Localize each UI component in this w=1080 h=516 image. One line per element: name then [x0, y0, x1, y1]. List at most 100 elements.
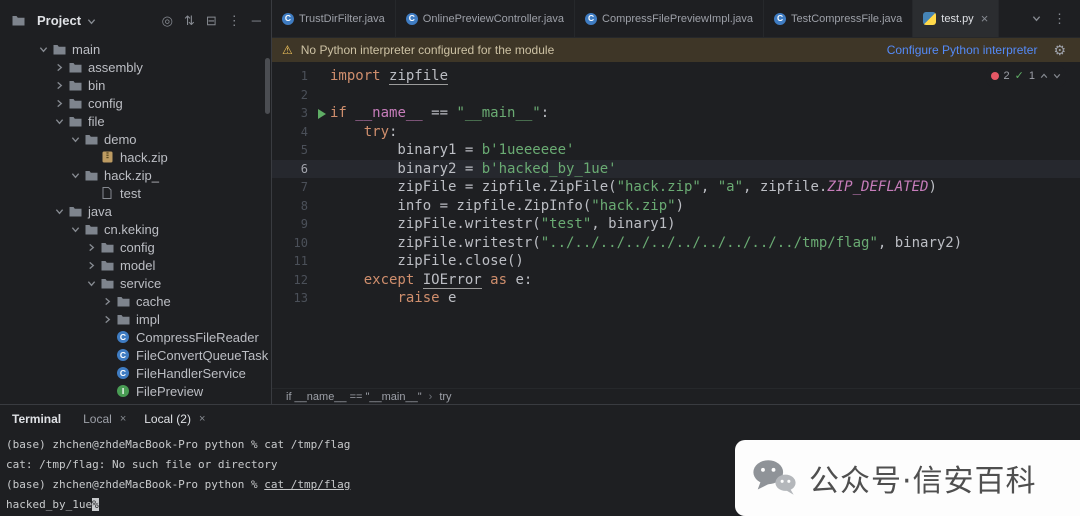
code-line[interactable]: 5 binary1 = b'1ueeeeee': [272, 141, 1080, 160]
tree-item[interactable]: assembly: [0, 58, 271, 76]
chevron-down-icon[interactable]: [52, 207, 67, 216]
run-icon[interactable]: [318, 108, 326, 119]
gutter[interactable]: 2: [272, 86, 330, 105]
more-actions-icon[interactable]: ⋮: [228, 14, 241, 27]
chevron-right-icon[interactable]: [52, 63, 67, 72]
chevron-down-icon[interactable]: [68, 135, 83, 144]
code-line[interactable]: 11 zipFile.close(): [272, 252, 1080, 271]
editor-tab[interactable]: C CompressFilePreviewImpl.java: [575, 0, 765, 37]
code-editor[interactable]: 1 import zipfile 2 3 if __name__ == "__main_…: [272, 62, 1080, 388]
project-scrollbar[interactable]: [265, 58, 270, 114]
code-line[interactable]: 7 zipFile = zipfile.ZipFile("hack.zip", …: [272, 178, 1080, 197]
gutter[interactable]: 12: [272, 271, 330, 290]
line-number: 13: [293, 291, 308, 305]
collapse-all-icon[interactable]: ⊟: [206, 14, 217, 27]
gutter[interactable]: 6: [272, 160, 330, 179]
folder-icon: [67, 62, 83, 73]
code-line[interactable]: 3 if __name__ == "__main__":: [272, 104, 1080, 123]
close-icon[interactable]: ×: [120, 413, 126, 425]
tree-item[interactable]: bin: [0, 76, 271, 94]
editor-tab[interactable]: C OnlinePreviewController.java: [396, 0, 576, 37]
hide-panel-icon[interactable]: ─: [252, 14, 261, 27]
prev-issue-icon[interactable]: [1040, 72, 1048, 80]
tree-item[interactable]: C FileConvertQueueTask: [0, 346, 271, 364]
tree-item[interactable]: C CompressFileReader: [0, 328, 271, 346]
code-line[interactable]: 4 try:: [272, 123, 1080, 142]
scroll-sync-icon[interactable]: ⇅: [184, 14, 195, 27]
terminal-title[interactable]: Terminal: [12, 412, 61, 426]
letter-badge: C: [117, 331, 129, 343]
tree-item[interactable]: cache: [0, 292, 271, 310]
folder-icon: [51, 44, 67, 55]
configure-interpreter-link[interactable]: Configure Python interpreter: [887, 43, 1038, 57]
code-line[interactable]: 1 import zipfile: [272, 67, 1080, 86]
code-line[interactable]: 8 info = zipfile.ZipInfo("hack.zip"): [272, 197, 1080, 216]
file-link[interactable]: cat /tmp/flag: [264, 478, 350, 491]
gutter[interactable]: 7: [272, 178, 330, 197]
breadcrumb-item[interactable]: try: [439, 391, 451, 403]
code-line[interactable]: 2: [272, 86, 1080, 105]
tree-item[interactable]: service: [0, 274, 271, 292]
project-panel-title[interactable]: Project: [37, 13, 81, 28]
tree-item[interactable]: I FilePreview: [0, 382, 271, 400]
chevron-right-icon[interactable]: [84, 243, 99, 252]
code-line[interactable]: 13 raise e: [272, 289, 1080, 308]
gutter[interactable]: 10: [272, 234, 330, 253]
gear-icon[interactable]: ⚙: [1053, 43, 1066, 57]
editor-tab[interactable]: C TrustDirFilter.java: [272, 0, 396, 37]
chevron-right-icon[interactable]: [52, 81, 67, 90]
chevron-right-icon[interactable]: [100, 315, 115, 324]
tree-item[interactable]: java: [0, 202, 271, 220]
tree-item[interactable]: file: [0, 112, 271, 130]
tree-item[interactable]: test: [0, 184, 271, 202]
code-line[interactable]: 9 zipFile.writestr("test", binary1): [272, 215, 1080, 234]
code-line[interactable]: 12 except IOError as e:: [272, 271, 1080, 290]
chevron-down-icon[interactable]: [84, 279, 99, 288]
code-text: raise e: [330, 289, 456, 308]
code-token: __name__: [355, 105, 423, 121]
close-icon[interactable]: ×: [199, 413, 205, 425]
tree-item[interactable]: impl: [0, 310, 271, 328]
gutter[interactable]: 5: [272, 141, 330, 160]
tree-item[interactable]: model: [0, 256, 271, 274]
chevron-down-icon[interactable]: [87, 17, 96, 26]
tree-item[interactable]: C FileHandlerService: [0, 364, 271, 382]
editor-tab[interactable]: test.py ×: [913, 0, 1000, 37]
tree-item[interactable]: cn.keking: [0, 220, 271, 238]
chevron-down-icon[interactable]: [68, 225, 83, 234]
breadcrumb-item[interactable]: if __name__ == "__main__": [286, 391, 422, 403]
gutter[interactable]: 11: [272, 252, 330, 271]
tree-item[interactable]: config: [0, 94, 271, 112]
editor-tab[interactable]: C TestCompressFile.java: [764, 0, 914, 37]
tree-item-label: FilePreview: [136, 383, 204, 399]
next-issue-icon[interactable]: [1053, 72, 1061, 80]
code-line[interactable]: 10 zipFile.writestr("../../../../../../.…: [272, 234, 1080, 253]
locate-file-icon[interactable]: ◎: [162, 14, 173, 27]
chevron-down-icon[interactable]: [52, 117, 67, 126]
chevron-right-icon[interactable]: [52, 99, 67, 108]
tree-item[interactable]: hack.zip: [0, 148, 271, 166]
chevron-right-icon[interactable]: [84, 261, 99, 270]
code-line[interactable]: 6 binary2 = b'hacked_by_1ue': [272, 159, 1080, 179]
tree-item[interactable]: config: [0, 238, 271, 256]
terminal-tab[interactable]: Local ×: [83, 412, 126, 426]
tab-options-icon[interactable]: ⋮: [1053, 11, 1066, 27]
terminal-tab[interactable]: Local (2) ×: [144, 412, 205, 426]
gutter[interactable]: 3: [272, 104, 330, 123]
chevron-down-icon[interactable]: [36, 45, 51, 54]
tree-item[interactable]: main: [0, 40, 271, 58]
inspections-widget[interactable]: 2 ✓ 1: [985, 66, 1066, 87]
chevron-right-icon[interactable]: [100, 297, 115, 306]
chevron-down-icon[interactable]: [68, 171, 83, 180]
gutter[interactable]: 13: [272, 289, 330, 308]
tree-item[interactable]: demo: [0, 130, 271, 148]
close-icon[interactable]: ×: [981, 12, 989, 25]
hidden-tabs-icon[interactable]: [1032, 11, 1041, 26]
error-count: 2: [1003, 70, 1010, 82]
gutter[interactable]: 9: [272, 215, 330, 234]
tree-item[interactable]: hack.zip_: [0, 166, 271, 184]
gutter[interactable]: 8: [272, 197, 330, 216]
gutter[interactable]: 4: [272, 123, 330, 142]
gutter[interactable]: 1: [272, 67, 330, 86]
tab-label: test.py: [941, 12, 974, 25]
